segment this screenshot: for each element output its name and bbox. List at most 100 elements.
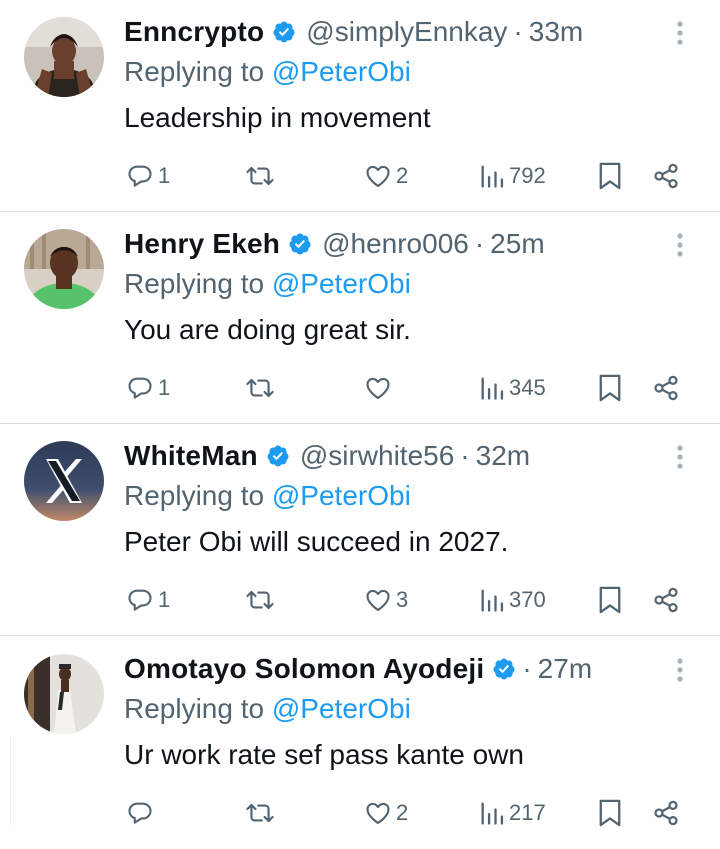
separator-dot: · (522, 653, 532, 684)
bookmark-icon (599, 162, 621, 190)
more-vertical-icon[interactable] (665, 652, 695, 688)
tweet-text: You are doing great sir. (124, 314, 411, 345)
reply-tweet[interactable]: Enncrypto @simplyEnnkay · 33m Replying t… (0, 0, 720, 212)
mention-link[interactable]: @PeterObi (272, 693, 411, 724)
reply-count: 1 (158, 587, 171, 612)
views-button[interactable]: 370 (479, 582, 546, 618)
heart-icon (366, 377, 390, 399)
user-handle[interactable]: @henro006 (322, 228, 469, 260)
action-bar: 1 345 (0, 370, 720, 406)
display-name[interactable]: Enncrypto (124, 16, 264, 48)
reply-tweet[interactable]: WhiteMan @sirwhite56 · 32m Replying to @… (0, 424, 720, 636)
separator-dot: · (513, 16, 523, 47)
views-icon (481, 165, 504, 188)
display-name[interactable]: Omotayo Solomon Ayodeji (124, 653, 484, 685)
view-count: 217 (509, 800, 546, 825)
like-button[interactable] (364, 370, 396, 406)
user-handle[interactable]: @sirwhite56 (300, 440, 454, 472)
bookmark-button[interactable] (597, 158, 623, 194)
avatar[interactable] (24, 229, 104, 309)
avatar[interactable] (24, 441, 104, 521)
heart-icon (366, 589, 390, 611)
replying-to-line: Replying to @PeterObi (124, 693, 411, 725)
verified-badge-icon (266, 444, 290, 468)
bookmark-button[interactable] (597, 370, 623, 406)
replying-to-line: Replying to @PeterObi (124, 480, 411, 512)
repost-icon (246, 378, 274, 398)
separator-dot: · (460, 440, 470, 471)
like-count: 2 (396, 800, 409, 825)
repost-icon (246, 803, 274, 823)
separator-dot: · (474, 228, 485, 259)
replying-to-line: Replying to @PeterObi (124, 268, 411, 300)
heart-icon (366, 802, 390, 824)
more-vertical-icon[interactable] (665, 15, 695, 51)
repost-button[interactable] (244, 582, 280, 618)
bookmark-button[interactable] (597, 582, 623, 618)
share-button[interactable] (652, 582, 680, 618)
timestamp[interactable]: 32m (476, 440, 530, 472)
mention-link[interactable]: @PeterObi (272, 56, 411, 87)
views-icon (481, 377, 504, 400)
bookmark-icon (599, 799, 621, 827)
tweet-text: Peter Obi will succeed in 2027. (124, 526, 509, 557)
view-count: 370 (509, 587, 546, 612)
share-icon (654, 163, 678, 189)
replying-to-line: Replying to @PeterObi (124, 56, 411, 88)
view-count: 345 (509, 375, 546, 400)
bookmark-icon (599, 586, 621, 614)
display-name[interactable]: WhiteMan (124, 440, 258, 472)
action-bar: 1 3 370 (0, 582, 720, 618)
reply-count: 1 (158, 375, 171, 400)
reply-icon (128, 589, 152, 611)
mention-link[interactable]: @PeterObi (272, 268, 411, 299)
share-icon (654, 375, 678, 401)
views-button[interactable]: 345 (479, 370, 546, 406)
replying-to-label: Replying to (124, 693, 265, 724)
avatar[interactable] (24, 17, 104, 97)
user-handle[interactable]: @simplyEnnkay (306, 16, 507, 48)
reply-tweet[interactable]: Henry Ekeh @henro006 · 25m Replying to @… (0, 212, 720, 424)
reply-tweet[interactable]: Omotayo Solomon Ayodeji · 27m Replying t… (0, 637, 720, 849)
repost-icon (246, 590, 274, 610)
reply-button[interactable]: 1 (126, 370, 170, 406)
avatar[interactable] (24, 654, 104, 734)
mention-link[interactable]: @PeterObi (272, 480, 411, 511)
reply-button[interactable]: 1 (126, 582, 170, 618)
timestamp[interactable]: 33m (529, 16, 583, 48)
bookmark-icon (599, 374, 621, 402)
more-vertical-icon[interactable] (665, 439, 695, 475)
replying-to-label: Replying to (124, 268, 265, 299)
action-bar: 1 2 792 (0, 158, 720, 194)
tweet-text: Leadership in movement (124, 102, 431, 133)
verified-badge-icon (288, 232, 312, 256)
reply-count: 1 (158, 163, 171, 188)
share-icon (654, 587, 678, 613)
tweet-text: Ur work rate sef pass kante own (124, 739, 524, 770)
like-button[interactable]: 3 (364, 582, 408, 618)
heart-icon (366, 165, 390, 187)
scroll-edge-divider (0, 736, 11, 826)
reply-icon (128, 802, 152, 824)
views-button[interactable]: 792 (479, 158, 546, 194)
like-count: 2 (396, 163, 409, 188)
replying-to-label: Replying to (124, 480, 265, 511)
display-name[interactable]: Henry Ekeh (124, 228, 280, 260)
views-icon (481, 589, 504, 612)
repost-button[interactable] (244, 158, 280, 194)
views-icon (481, 802, 504, 825)
timestamp[interactable]: 27m (538, 653, 592, 685)
repost-icon (246, 166, 274, 186)
reply-button[interactable]: 1 (126, 158, 170, 194)
share-icon (654, 800, 678, 826)
more-vertical-icon[interactable] (665, 227, 695, 263)
like-button[interactable]: 2 (364, 158, 408, 194)
share-button[interactable] (652, 158, 680, 194)
replying-to-label: Replying to (124, 56, 265, 87)
share-button[interactable] (652, 370, 680, 406)
verified-badge-icon (492, 657, 516, 681)
reply-icon (128, 377, 152, 399)
repost-button[interactable] (244, 370, 280, 406)
timestamp[interactable]: 25m (490, 228, 544, 260)
reply-icon (128, 165, 152, 187)
